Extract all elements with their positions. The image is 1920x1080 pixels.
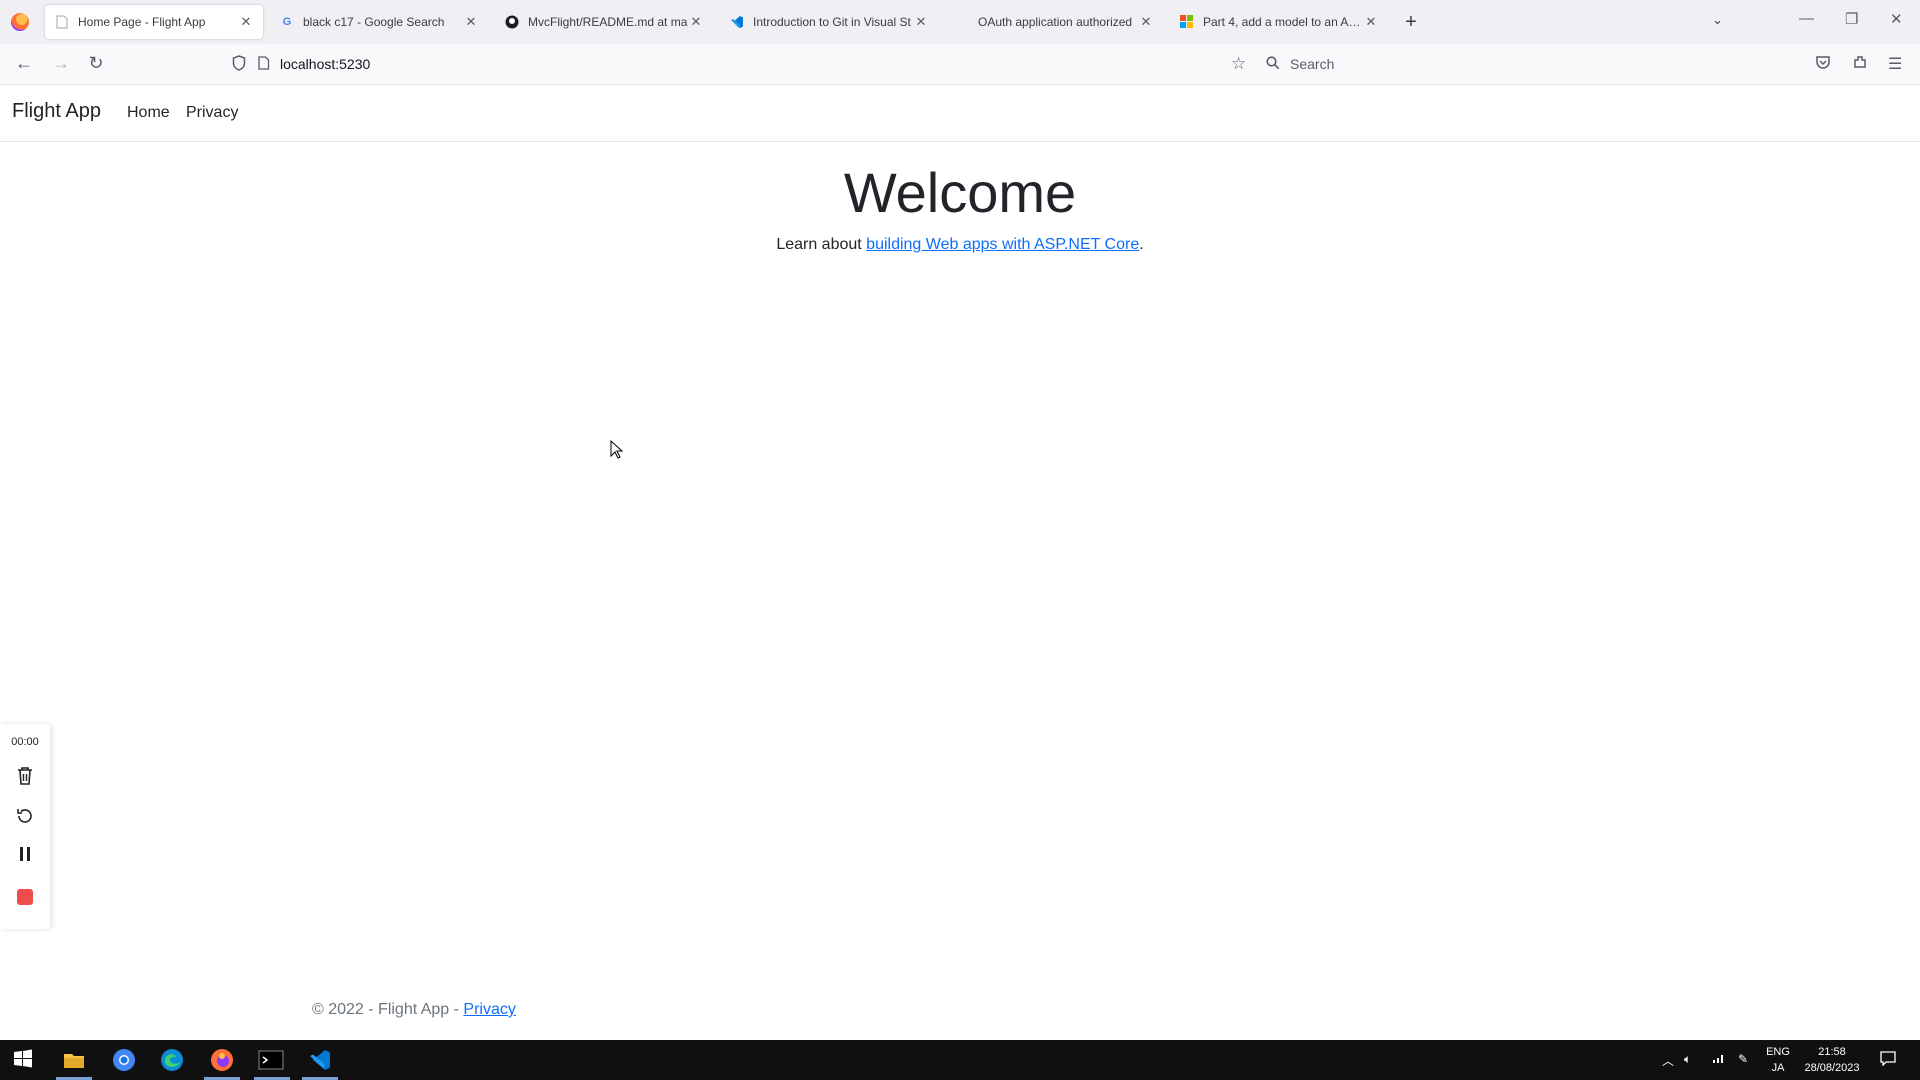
page-icon	[55, 15, 69, 29]
footer-copyright: © 2022 - Flight App -	[312, 1001, 464, 1018]
tab-title: Introduction to Git in Visual St	[753, 15, 911, 29]
google-icon: G	[282, 16, 292, 28]
page-body	[0, 142, 1920, 1040]
close-tab-icon[interactable]: ✕	[689, 14, 703, 30]
back-arrow-icon[interactable]: ←	[12, 53, 36, 74]
tab-title: MvcFlight/README.md at ma	[528, 15, 688, 29]
tab-oauth[interactable]: OAuth application authorized ✕	[945, 5, 1163, 39]
close-tab-icon[interactable]: ✕	[1364, 14, 1378, 30]
terminal-icon[interactable]	[258, 1048, 284, 1072]
bookmark-star-icon[interactable]: ☆	[1231, 54, 1246, 74]
file-explorer-icon[interactable]	[62, 1048, 86, 1072]
minimize-icon[interactable]: —	[1799, 10, 1814, 27]
pocket-icon[interactable]	[1815, 54, 1831, 75]
url-text: localhost:5230	[280, 56, 371, 72]
vscode-icon	[730, 15, 744, 29]
tab-part4-model[interactable]: Part 4, add a model to an ASP ✕	[1170, 5, 1388, 39]
search-icon	[1266, 55, 1280, 73]
language-code: ENG	[1766, 1046, 1790, 1058]
tab-git-vscode[interactable]: Introduction to Git in Visual St ✕	[720, 5, 938, 39]
keyboard-layout: JA	[1771, 1062, 1785, 1074]
pen-icon[interactable]: ✎	[1738, 1052, 1748, 1066]
restart-icon[interactable]	[0, 806, 50, 831]
tab-title: OAuth application authorized	[978, 15, 1133, 29]
learn-paragraph: Learn about building Web apps with ASP.N…	[0, 236, 1920, 254]
new-tab-button[interactable]: +	[1397, 11, 1425, 34]
tab-home-page[interactable]: Home Page - Flight App ✕	[45, 5, 263, 39]
chevron-down-icon[interactable]: ⌄	[1712, 12, 1723, 28]
footer-privacy-link[interactable]: Privacy	[463, 1001, 515, 1018]
microsoft-icon	[1180, 15, 1194, 29]
chevron-up-icon[interactable]: ︿	[1662, 1052, 1674, 1069]
trash-icon[interactable]	[0, 766, 50, 791]
tab-title: Home Page - Flight App	[78, 15, 206, 29]
learn-prefix: Learn about	[776, 236, 867, 253]
restore-icon[interactable]: ❐	[1845, 10, 1858, 28]
shield-icon[interactable]	[232, 54, 246, 74]
chrome-icon[interactable]	[112, 1048, 136, 1072]
menu-hamburger-icon[interactable]: ☰	[1888, 54, 1902, 74]
close-tab-icon[interactable]: ✕	[464, 14, 478, 30]
learn-suffix: .	[1139, 236, 1144, 253]
site-footer: © 2022 - Flight App - Privacy	[312, 1001, 516, 1019]
input-language-indicator[interactable]: ENG JA	[1762, 1044, 1794, 1076]
clock-time: 21:58	[1818, 1046, 1846, 1058]
tab-google-search[interactable]: G black c17 - Google Search ✕	[270, 5, 488, 39]
volume-icon[interactable]: 🔈︎	[1684, 1052, 1691, 1067]
tab-title: black c17 - Google Search	[303, 15, 445, 29]
tab-github-readme[interactable]: MvcFlight/README.md at ma ✕	[495, 5, 713, 39]
browser-tab-strip: Home Page - Flight App ✕ G black c17 - G…	[0, 0, 1920, 44]
close-tab-icon[interactable]: ✕	[1139, 14, 1153, 30]
close-tab-icon[interactable]: ✕	[239, 14, 253, 30]
mouse-cursor-icon	[610, 439, 624, 465]
site-brand-link[interactable]: Flight App	[12, 100, 101, 123]
nav-home-link[interactable]: Home	[127, 104, 170, 122]
search-input[interactable]: Search	[1266, 50, 1690, 78]
notifications-icon[interactable]	[1880, 1050, 1896, 1069]
nav-privacy-link[interactable]: Privacy	[186, 104, 238, 122]
close-tab-icon[interactable]: ✕	[914, 14, 928, 30]
pause-icon[interactable]	[0, 846, 50, 867]
aspnet-docs-link[interactable]: building Web apps with ASP.NET Core	[866, 236, 1139, 253]
close-window-icon[interactable]: ✕	[1890, 10, 1903, 28]
edge-icon[interactable]	[160, 1048, 184, 1072]
stop-recording-icon[interactable]	[17, 889, 33, 905]
forward-arrow-icon[interactable]: →	[49, 53, 73, 74]
screen-recorder-panel: 00:00	[0, 724, 50, 929]
firefox-logo-icon	[11, 13, 29, 31]
reload-icon[interactable]: ↻	[84, 53, 108, 74]
recording-timer: 00:00	[11, 736, 39, 748]
network-icon[interactable]	[1712, 1052, 1726, 1067]
vscode-taskbar-icon[interactable]	[308, 1048, 332, 1072]
address-bar[interactable]: localhost:5230	[232, 50, 1277, 78]
search-placeholder: Search	[1290, 56, 1335, 72]
extensions-icon[interactable]	[1852, 54, 1868, 75]
clock-date: 28/08/2023	[1804, 1062, 1860, 1074]
windows-taskbar: ︿ 🔈︎ ✎ ENG JA 21:58 28/08/2023	[0, 1040, 1920, 1080]
tab-title: Part 4, add a model to an ASP	[1203, 15, 1364, 29]
system-clock[interactable]: 21:58 28/08/2023	[1792, 1044, 1872, 1076]
github-icon	[505, 15, 519, 29]
page-info-icon[interactable]	[258, 55, 270, 73]
blank-favicon-icon	[955, 15, 969, 29]
browser-toolbar: ← → ↻ localhost:5230 ☆ Search ☰	[0, 44, 1920, 85]
windows-start-icon[interactable]	[12, 1048, 36, 1072]
page-title: Welcome	[843, 161, 1077, 224]
site-navbar: Flight App Home Privacy	[0, 85, 1920, 142]
firefox-icon[interactable]	[210, 1048, 234, 1072]
